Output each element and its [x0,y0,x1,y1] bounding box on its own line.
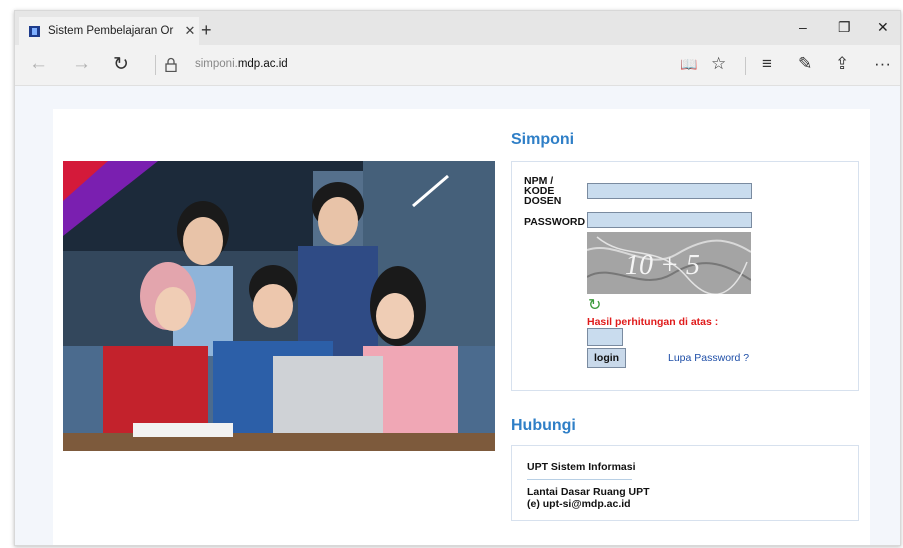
address-bar[interactable]: simponi.mdp.ac.id [195,58,288,70]
hub-icon[interactable]: ≡ [762,54,772,74]
captcha-refresh-icon[interactable]: ↻ [588,295,601,315]
url-domain: mdp.ac.id [237,58,288,70]
close-window-button[interactable]: ✕ [877,19,889,36]
refresh-button[interactable]: ↻ [113,53,129,76]
password-label: PASSWORD [524,216,586,228]
login-button[interactable]: login [587,348,627,368]
password-input[interactable] [587,212,752,228]
maximize-button[interactable]: ❐ [838,19,851,36]
web-note-icon[interactable]: ✎ [798,54,812,74]
contact-box: UPT Sistem Informasi Lantai Dasar Ruang … [511,445,859,521]
tab-strip: Sistem Pembelajaran Or ✕ + – ❐ ✕ [15,11,900,45]
reading-view-icon[interactable]: 📖 [680,56,697,73]
tab-title: Sistem Pembelajaran Or [48,25,174,37]
toolbar-divider [745,57,746,75]
navigation-bar: ← → ↻ simponi.mdp.ac.id 📖 ☆ ≡ ✎ ⇪ ··· [15,45,900,86]
page-viewport: Simponi NPM / KODE DOSEN PASSWORD 10 + 5… [15,86,900,545]
contact-divider [527,479,632,480]
npm-label: NPM / KODE DOSEN [524,175,562,207]
url-prefix: simponi. [195,58,238,70]
captcha-answer-input[interactable] [587,328,623,346]
hubungi-title: Hubungi [511,417,576,434]
address-divider [155,55,156,75]
tab-close-icon[interactable]: ✕ [181,23,199,39]
minimize-button[interactable]: – [799,19,807,35]
browser-window: Sistem Pembelajaran Or ✕ + – ❐ ✕ ← → ↻ s… [14,10,901,546]
simponi-title: Simponi [511,131,575,148]
captcha-hint: Hasil perhitungan di atas : [587,316,719,328]
contact-email: (e) upt-si@mdp.ac.id [527,498,631,510]
content-panel: Simponi NPM / KODE DOSEN PASSWORD 10 + 5… [53,109,870,545]
login-box: NPM / KODE DOSEN PASSWORD 10 + 5 ↻ Hasil… [511,161,859,391]
share-icon[interactable]: ⇪ [835,54,849,74]
hero-photo [63,161,495,451]
captcha-image: 10 + 5 [587,232,751,294]
new-tab-button[interactable]: + [201,20,212,41]
npm-input[interactable] [587,183,752,199]
favorite-star-icon[interactable]: ☆ [711,54,726,74]
browser-tab[interactable]: Sistem Pembelajaran Or ✕ [19,17,199,45]
contact-location: Lantai Dasar Ruang UPT [527,486,650,498]
back-button[interactable]: ← [29,53,48,75]
more-menu-icon[interactable]: ··· [874,54,891,74]
forward-button[interactable]: → [72,53,91,75]
forgot-password-link[interactable]: Lupa Password ? [668,352,749,364]
captcha-text: 10 + 5 [625,250,700,281]
site-favicon-icon [29,25,40,37]
lock-icon [165,57,177,72]
contact-unit: UPT Sistem Informasi [527,461,636,473]
